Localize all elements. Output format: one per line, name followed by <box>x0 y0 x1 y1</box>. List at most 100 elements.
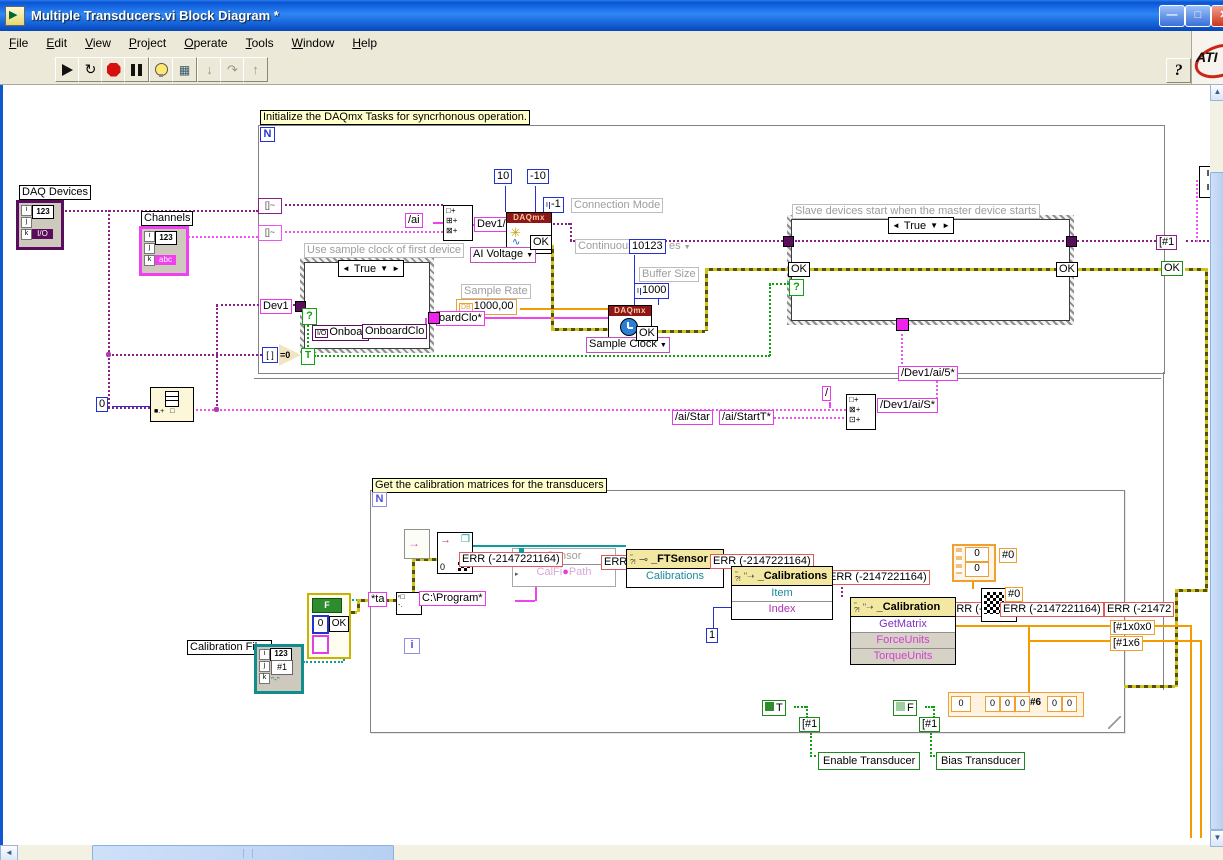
highlight-execution-button[interactable] <box>149 57 174 82</box>
daq-devices-array-control[interactable]: ijk 123 I/O <box>16 200 64 250</box>
case-next-icon[interactable]: ► <box>942 221 950 230</box>
calibration-files-array[interactable]: ijk 123 #1 ᵔ-ᵔ <box>254 644 304 694</box>
continuous-ring-value[interactable]: 10123 <box>629 239 666 254</box>
horizontal-scroll-thumb[interactable] <box>92 845 394 860</box>
step-over-button[interactable]: ↷ <box>220 57 245 82</box>
tunnel-channels[interactable]: []~ <box>258 225 282 241</box>
array-cell[interactable]: 0 <box>1062 696 1077 712</box>
property-node-calibrations[interactable]: ▫?! "➝ _Calibrations Item Index <box>731 566 833 620</box>
menu-help[interactable]: Help <box>343 33 386 53</box>
index-array-node[interactable]: ■.+ □ <box>150 387 194 422</box>
one-constant[interactable]: 1 <box>706 628 719 643</box>
true-constant[interactable]: T <box>762 700 786 716</box>
slash-const[interactable]: / <box>822 386 832 401</box>
starttrig-label-a[interactable]: /ai/Star <box>672 410 713 425</box>
label-use-clock[interactable]: Use sample clock of first device <box>304 243 465 258</box>
onboard-clock-wire-label[interactable]: oardClo* <box>436 311 485 326</box>
case1-selector-terminal[interactable]: ? <box>302 308 317 325</box>
dropdown-icon[interactable]: ▼ <box>526 252 533 259</box>
array-index-cell[interactable]: 0 <box>951 696 971 712</box>
buffer-size-const[interactable]: I 1000 <box>634 283 670 299</box>
ok-tunnel-left[interactable]: OK <box>788 262 810 277</box>
case-prev-icon[interactable]: ◄ <box>892 221 900 230</box>
label-connection-mode[interactable]: Connection Mode <box>571 198 664 213</box>
dev1-label[interactable]: Dev1 <box>260 299 292 314</box>
case-prev-icon[interactable]: ◄ <box>342 264 350 273</box>
array-cell[interactable]: 0 <box>1047 696 1062 712</box>
error-cluster-constant[interactable]: F 0 OK <box>307 593 351 659</box>
tunnel-devices[interactable]: []~ <box>258 198 282 214</box>
cluster-constant[interactable]: 0 0 <box>952 544 996 582</box>
tunnel-square[interactable] <box>896 318 909 331</box>
menu-tools[interactable]: Tools <box>237 33 283 53</box>
auto-index-tunnel[interactable]: [#1 <box>1156 235 1178 250</box>
const-minus1[interactable]: I -1 <box>543 197 564 213</box>
error-label-1[interactable]: ERR (-2147221164) <box>459 552 563 567</box>
menu-view[interactable]: View <box>76 33 120 53</box>
channels-array-control[interactable]: ijk 123 abc <box>139 226 189 276</box>
const-10[interactable]: 10 <box>494 169 513 184</box>
dropdown-icon[interactable]: ▼ <box>660 342 667 349</box>
status-false[interactable]: F <box>312 598 342 613</box>
array-cell[interactable]: 0 <box>1000 696 1015 712</box>
maximize-button[interactable]: □ <box>1185 5 1211 27</box>
scroll-down-button[interactable]: ▼ <box>1210 830 1223 847</box>
menu-edit[interactable]: Edit <box>37 33 76 53</box>
onboard-clock-const-a[interactable]: I/O Onboar <box>312 325 370 341</box>
hash0-label[interactable]: #0 <box>1005 587 1024 602</box>
case-next-icon[interactable]: ► <box>392 264 400 273</box>
bias-transducer-label[interactable]: Bias Transducer <box>936 752 1026 770</box>
menu-project[interactable]: Project <box>120 33 175 53</box>
prop-forceunits[interactable]: ForceUnits <box>851 632 955 648</box>
menu-operate[interactable]: Operate <box>175 33 236 53</box>
file-dialog-node[interactable]: → <box>404 529 430 559</box>
matrix-size-label-1[interactable]: [#1x0x0 <box>1110 620 1155 635</box>
const-minus10[interactable]: -10 <box>527 169 549 184</box>
ok-tunnel-frame[interactable]: OK <box>1161 261 1183 276</box>
slash-ai-const[interactable]: /ai <box>405 213 423 228</box>
case-selector-2[interactable]: ◄ True ▼ ► <box>888 217 954 234</box>
comment-cal[interactable]: Get the calibration matrices for the tra… <box>372 478 607 493</box>
prop-calibrations[interactable]: Calibrations <box>627 569 723 584</box>
tunnel-square[interactable] <box>783 236 794 247</box>
channels-label[interactable]: Channels <box>141 211 194 226</box>
starttrig-label-b[interactable]: /ai/StartT* <box>719 410 774 425</box>
case-dropdown-icon[interactable]: ▼ <box>930 221 938 230</box>
error-label-7[interactable]: ERR (-21472 <box>1104 602 1175 617</box>
prop-index[interactable]: Index <box>732 601 832 617</box>
hash0-label-2[interactable]: #0 <box>999 548 1018 563</box>
array-input-icon[interactable]: [ ] <box>262 347 278 363</box>
pause-button[interactable] <box>124 57 149 82</box>
cluster-cell[interactable]: 0 <box>965 547 989 562</box>
matrix-size-label-2[interactable]: [#1x6 <box>1110 636 1143 651</box>
daq-devices-label[interactable]: DAQ Devices <box>19 185 92 200</box>
loop-count-terminal-2[interactable]: N <box>372 492 387 507</box>
minimize-button[interactable]: — <box>1159 5 1185 27</box>
auto-index-tunnel[interactable]: [#1 <box>799 717 821 732</box>
retain-wire-values-button[interactable]: ▦ <box>172 57 197 82</box>
prop-getmatrix[interactable]: GetMatrix <box>851 617 955 632</box>
trigger-name-label[interactable]: /Dev1/ai/S* <box>877 398 939 413</box>
label-sample-rate[interactable]: Sample Rate <box>461 284 531 299</box>
trigger-label-top[interactable]: /Dev1/ai/5* <box>898 366 958 381</box>
concat-strings-node-1[interactable]: □+ ⊞+ ⊠+ <box>443 205 473 241</box>
comment-init[interactable]: Initialize the DAQmx Tasks for syncrhono… <box>260 110 530 125</box>
array-cell[interactable]: 0 <box>985 696 1000 712</box>
array-cell[interactable]: 0 <box>1015 696 1030 712</box>
code-zero[interactable]: 0 <box>312 615 329 634</box>
scroll-up-button[interactable]: ▲ <box>1210 84 1223 101</box>
vertical-scroll-thumb[interactable] <box>1210 172 1223 830</box>
error-label-6[interactable]: ERR (-2147221164) <box>1000 602 1104 617</box>
iteration-terminal[interactable]: i <box>404 638 420 654</box>
auto-index-tunnel[interactable]: [#1 <box>919 717 941 732</box>
tunnel-square[interactable] <box>428 312 440 324</box>
source-string[interactable] <box>312 635 329 654</box>
concat-strings-node-2[interactable]: □+ ⊠+ ⊡+ <box>846 394 876 430</box>
menu-window[interactable]: Window <box>283 33 344 53</box>
scroll-left-button[interactable]: ◄ <box>0 845 18 860</box>
cluster-cell[interactable]: 0 <box>965 562 989 577</box>
path-fragment-label[interactable]: *ta <box>368 592 388 607</box>
ai-voltage-enum[interactable]: AI Voltage ▼ <box>470 247 537 263</box>
step-out-button[interactable]: ↑ <box>243 57 268 82</box>
prop-item[interactable]: Item <box>732 586 832 601</box>
